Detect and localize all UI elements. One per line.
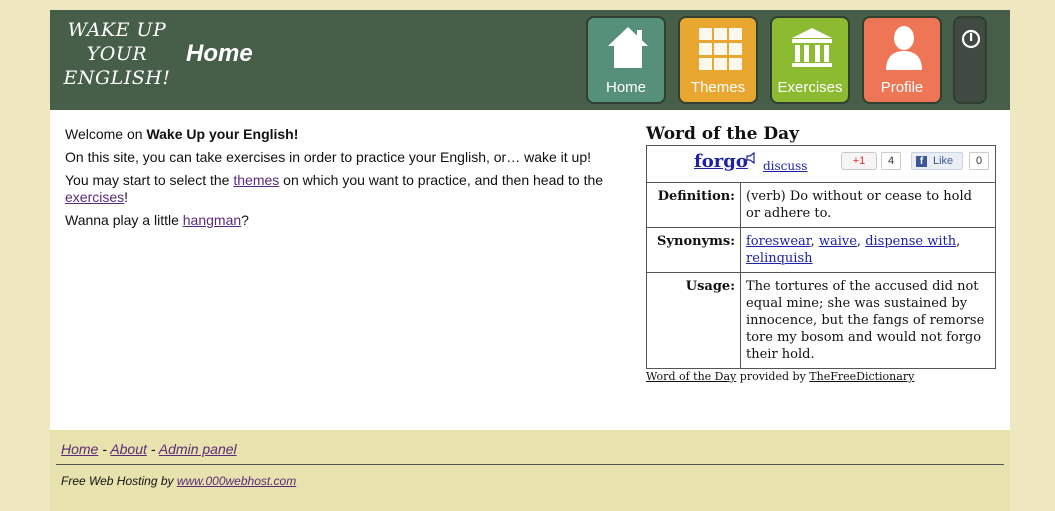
gplus-count: 4 bbox=[881, 152, 901, 170]
text: Free Web Hosting by bbox=[61, 474, 177, 488]
hangman-link[interactable]: hangman bbox=[183, 212, 241, 228]
nav-home-button[interactable]: Home bbox=[586, 16, 666, 104]
text: provided by bbox=[736, 370, 810, 383]
separator: - bbox=[98, 441, 111, 457]
webhost-link[interactable]: www.000webhost.com bbox=[177, 474, 296, 488]
wotd-table: forgo discuss +1 4 f Like 0 Definition: … bbox=[646, 145, 996, 369]
nav-profile-button[interactable]: Profile bbox=[862, 16, 942, 104]
wotd-word-link[interactable]: forgo bbox=[694, 153, 748, 171]
logout-button[interactable] bbox=[953, 16, 987, 104]
synonyms-value: foreswear, waive, dispense with, relinqu… bbox=[740, 227, 996, 273]
synonyms-label: Synonyms: bbox=[646, 227, 741, 273]
power-icon bbox=[961, 29, 981, 49]
intro-line: On this site, you can take exercises in … bbox=[65, 149, 592, 165]
footer-divider bbox=[56, 464, 1004, 465]
usage-row: Usage: The tortures of the accused did n… bbox=[646, 272, 996, 369]
synonym-link[interactable]: foreswear bbox=[746, 234, 811, 249]
synonym-link[interactable]: waive bbox=[819, 234, 857, 249]
definition-label: Definition: bbox=[646, 182, 741, 228]
intro-line: You may start to select the themes on wh… bbox=[65, 172, 625, 206]
footer-home-link[interactable]: Home bbox=[61, 441, 98, 457]
facebook-icon: f bbox=[916, 156, 927, 167]
synonym-link[interactable]: dispense with bbox=[865, 234, 956, 249]
exercises-link[interactable]: exercises bbox=[65, 189, 124, 205]
definition-value: (verb) Do without or cease to hold or ad… bbox=[740, 182, 996, 228]
nav-label: Themes bbox=[690, 79, 746, 96]
text: Welcome on bbox=[65, 126, 147, 142]
footer-hosting: Free Web Hosting by www.000webhost.com bbox=[61, 474, 296, 488]
wotd-title: Word of the Day bbox=[646, 124, 799, 144]
footer-about-link[interactable]: About bbox=[110, 441, 147, 457]
text: ! bbox=[124, 189, 129, 205]
footer-admin-link[interactable]: Admin panel bbox=[159, 441, 237, 457]
nav-label: Exercises bbox=[777, 79, 843, 96]
gplus-label: +1 bbox=[852, 155, 866, 167]
welcome-line: Welcome on Wake Up your English! bbox=[65, 126, 625, 143]
nav-label: Profile bbox=[880, 79, 924, 96]
like-count: 0 bbox=[969, 152, 989, 170]
intro-text: Welcome on Wake Up your English! On this… bbox=[65, 126, 625, 235]
usage-value: The tortures of the accused did not equa… bbox=[740, 272, 996, 369]
intro-line: Wanna play a little hangman? bbox=[65, 212, 625, 229]
page: WAKE UP YOUR ENGLISH! Home Home Themes E… bbox=[50, 10, 1010, 511]
logo-line: ENGLISH! bbox=[63, 67, 171, 89]
text: on which you want to practice, and then … bbox=[279, 172, 604, 188]
footer: Home - About - Admin panel Free Web Host… bbox=[50, 430, 1010, 511]
home-icon bbox=[608, 27, 648, 68]
text: You may start to select the bbox=[65, 172, 234, 188]
text: ? bbox=[241, 212, 249, 228]
main-content: Welcome on Wake Up your English! On this… bbox=[50, 110, 1010, 430]
separator: - bbox=[146, 441, 159, 457]
building-icon bbox=[792, 28, 832, 67]
wotd-credit: Word of the Day provided by TheFreeDicti… bbox=[646, 370, 996, 383]
text: Wanna play a little bbox=[65, 212, 183, 228]
discuss-link[interactable]: discuss bbox=[763, 158, 807, 175]
word-of-the-day: Word of the Day forgo discuss +1 4 f Lik… bbox=[646, 124, 996, 383]
page-title: Home bbox=[186, 40, 253, 67]
definition-row: Definition: (verb) Do without or cease t… bbox=[646, 182, 996, 228]
usage-label: Usage: bbox=[646, 272, 741, 369]
site-name: Wake Up your English! bbox=[146, 126, 299, 142]
nav-exercises-button[interactable]: Exercises bbox=[770, 16, 850, 104]
synonym-link[interactable]: relinquish bbox=[746, 251, 813, 266]
speaker-icon[interactable] bbox=[746, 152, 760, 164]
grid-icon bbox=[699, 28, 742, 70]
wotd-word-row: forgo discuss +1 4 f Like 0 bbox=[646, 145, 996, 183]
facebook-like-button[interactable]: f Like bbox=[911, 152, 963, 170]
logo-line: YOUR bbox=[86, 43, 148, 65]
like-label: Like bbox=[933, 155, 954, 167]
user-icon bbox=[886, 26, 922, 70]
freedictionary-link[interactable]: TheFreeDictionary bbox=[809, 370, 914, 383]
logo-line: WAKE UP bbox=[67, 19, 167, 41]
header: WAKE UP YOUR ENGLISH! Home Home Themes E… bbox=[50, 10, 1010, 110]
themes-link[interactable]: themes bbox=[233, 172, 279, 188]
nav-themes-button[interactable]: Themes bbox=[678, 16, 758, 104]
synonyms-row: Synonyms: foreswear, waive, dispense wit… bbox=[646, 227, 996, 273]
google-plus-button[interactable]: +1 bbox=[841, 152, 877, 170]
wotd-word-cell: forgo discuss +1 4 f Like 0 bbox=[646, 145, 996, 183]
nav-label: Home bbox=[605, 79, 646, 96]
footer-links: Home - About - Admin panel bbox=[61, 441, 237, 457]
site-logo[interactable]: WAKE UP YOUR ENGLISH! bbox=[62, 18, 172, 98]
wotd-credit-link[interactable]: Word of the Day bbox=[646, 370, 736, 383]
